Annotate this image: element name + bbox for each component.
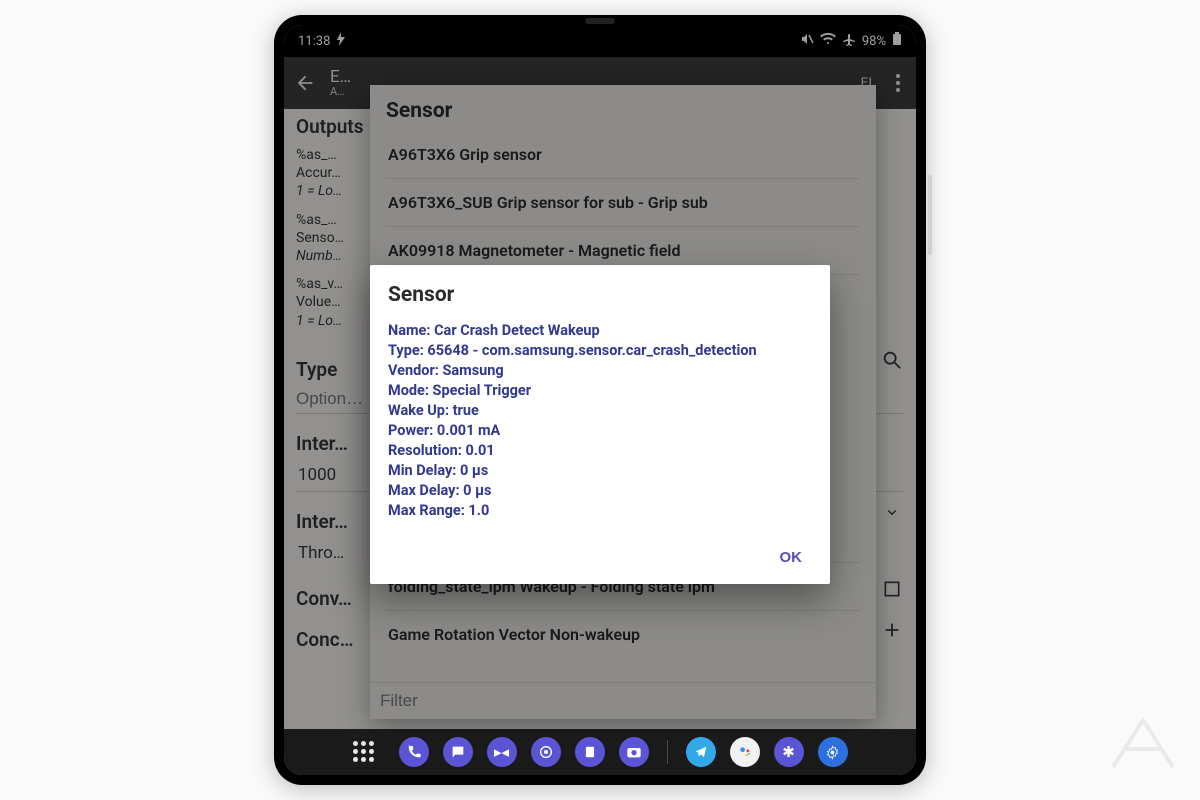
dock-separator <box>667 740 668 764</box>
dock-app-generic-icon[interactable]: ▸◂ <box>487 737 517 767</box>
device-hinge <box>585 18 615 24</box>
dialog-title: Sensor <box>388 283 812 307</box>
dock-app-camera-icon[interactable] <box>619 737 649 767</box>
device-frame: 11:38 98% <box>274 15 926 785</box>
dock-app-browser-icon[interactable] <box>531 737 561 767</box>
sensor-detail-line: Max Delay: 0 µs <box>388 481 812 501</box>
dock-app-notes-icon[interactable] <box>575 737 605 767</box>
sensor-detail-line: Vendor: Samsung <box>388 361 812 381</box>
dock-app-telegram-icon[interactable] <box>686 737 716 767</box>
taskbar: ▸◂ ✱ <box>284 729 916 775</box>
screen: 11:38 98% <box>284 25 916 775</box>
sensor-detail-line: Mode: Special Trigger <box>388 381 812 401</box>
watermark-logo-icon <box>1108 712 1178 772</box>
dock-app-asterisk-icon[interactable]: ✱ <box>774 737 804 767</box>
sensor-detail-line: Resolution: 0.01 <box>388 441 812 461</box>
sensor-details-dialog: Sensor Name: Car Crash Detect Wakeup Typ… <box>370 265 830 584</box>
dock-app-messages-icon[interactable] <box>443 737 473 767</box>
sensor-detail-line: Type: 65648 - com.samsung.sensor.car_cra… <box>388 341 812 361</box>
dock-app-assistant-icon[interactable] <box>730 737 760 767</box>
sensor-detail-line: Name: Car Crash Detect Wakeup <box>388 321 812 341</box>
sensor-detail-line: Power: 0.001 mA <box>388 421 812 441</box>
apps-drawer-icon[interactable] <box>353 741 375 763</box>
sensor-detail-line: Wake Up: true <box>388 401 812 421</box>
sensor-detail-line: Min Delay: 0 µs <box>388 461 812 481</box>
dock-app-settings-icon[interactable] <box>818 737 848 767</box>
dock-app-phone-icon[interactable] <box>399 737 429 767</box>
sensor-detail-line: Max Range: 1.0 <box>388 501 812 521</box>
dialog-ok-button[interactable]: OK <box>770 541 813 574</box>
